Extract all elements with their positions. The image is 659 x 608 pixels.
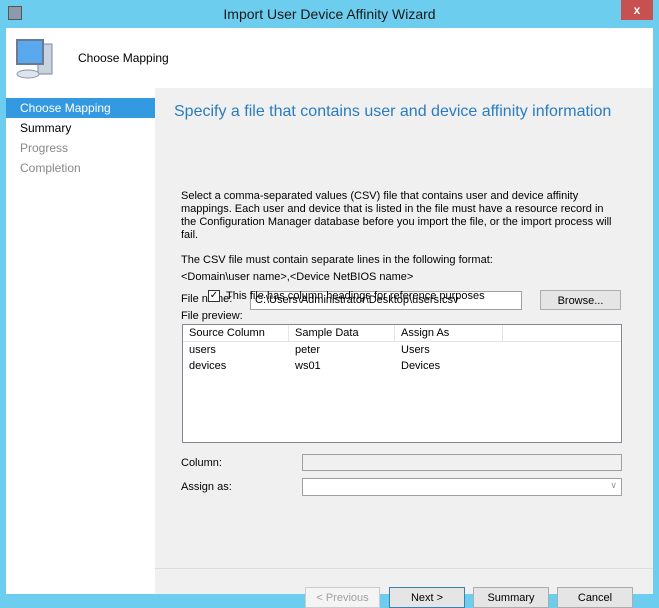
column-field [302,454,622,471]
close-button[interactable]: x [621,0,653,20]
app-icon [8,6,22,20]
wizard-nav: Choose Mapping Summary Progress Completi… [6,88,155,594]
cell: devices [189,360,227,372]
divider [155,568,653,569]
table-row[interactable]: users peter Users [183,342,621,358]
wizard-header: Choose Mapping [6,28,653,88]
table-header: Source Column Sample Data Assign As [183,325,621,342]
nav-item-choose-mapping[interactable]: Choose Mapping [6,98,155,118]
wizard-window: Choose Mapping Choose Mapping Summary Pr… [6,28,653,608]
title-bar: Import User Device Affinity Wizard x [0,0,659,28]
cell: ws01 [295,360,321,372]
next-button[interactable]: Next > [389,587,465,608]
nav-item-completion: Completion [20,161,81,175]
cell: Devices [401,360,441,372]
table-row[interactable]: devices ws01 Devices [183,358,621,374]
browse-button[interactable]: Browse... [540,290,621,310]
column-header[interactable]: Assign As [395,325,503,341]
file-preview-label: File preview: [181,310,243,322]
header-title: Choose Mapping [78,51,169,65]
nav-item-summary[interactable]: Summary [6,118,155,138]
description-text: Select a comma-separated values (CSV) fi… [181,190,612,241]
file-preview-table[interactable]: Source Column Sample Data Assign As user… [182,324,622,443]
column-header[interactable]: Source Column [183,325,289,341]
window-title: Import User Device Affinity Wizard [223,6,436,22]
cell: Users [401,344,430,356]
nav-item-progress: Progress [20,141,69,155]
column-header[interactable]: Sample Data [289,325,395,341]
cell: users [189,344,216,356]
chevron-down-icon: ∨ [610,480,617,490]
previous-button[interactable]: < Previous [305,587,380,608]
format-text: <Domain\user name>,<Device NetBIOS name> [181,271,414,283]
summary-button[interactable]: Summary [473,587,549,608]
column-label: Column: [181,457,222,469]
computer-icon [16,39,53,79]
main-panel: Specify a file that contains user and de… [155,88,653,608]
file-name-label: File name: [181,293,233,305]
assign-as-dropdown[interactable]: ∨ [302,478,622,496]
cell: peter [295,344,321,356]
page-heading: Specify a file that contains user and de… [174,103,612,120]
column-headings-label: This file has column headings for refere… [226,290,485,302]
cancel-button[interactable]: Cancel [557,587,633,608]
assign-as-label: Assign as: [181,481,232,493]
format-intro: The CSV file must contain separate lines… [181,254,493,266]
column-headings-checkbox[interactable]: ✓ [208,290,220,302]
